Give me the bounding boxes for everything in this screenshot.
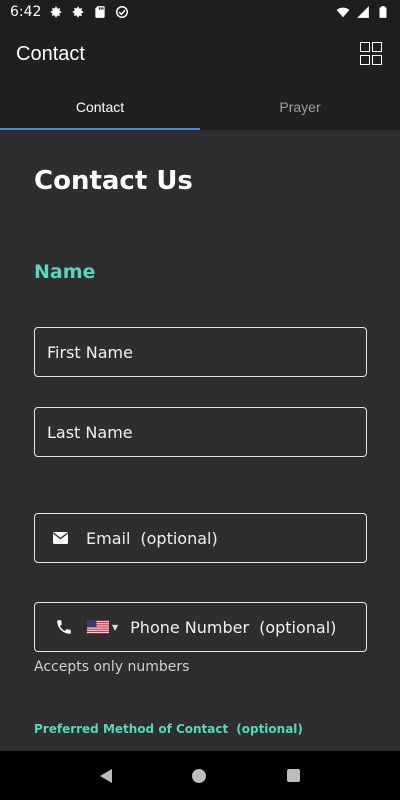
battery-icon — [379, 6, 387, 18]
signal-icon — [357, 6, 369, 18]
sd-card-icon — [95, 6, 106, 18]
system-nav-bar — [0, 751, 400, 800]
email-field[interactable]: Email (optional) — [34, 513, 367, 563]
phone-placeholder: Phone Number — [130, 617, 250, 637]
app-bar: Contact — [0, 24, 400, 84]
gear-icon — [51, 6, 62, 18]
status-right — [336, 5, 390, 19]
status-time: 6:42 — [10, 4, 42, 20]
country-code-select[interactable]: ▼ — [87, 620, 118, 634]
status-left: 6:42 — [10, 4, 129, 20]
preferred-contact-text: Preferred Method of Contact — [34, 722, 229, 736]
first-name-placeholder: First Name — [47, 342, 133, 362]
data-saver-icon — [116, 6, 129, 18]
app-title: Contact — [16, 42, 85, 65]
home-icon[interactable] — [192, 768, 207, 783]
grid-menu-icon[interactable] — [360, 42, 384, 66]
email-placeholder: Email — [86, 528, 131, 548]
envelope-icon — [53, 532, 68, 544]
status-bar: 6:42 — [0, 0, 400, 24]
phone-helper-text: Accepts only numbers — [34, 659, 190, 675]
phone-optional-label: (optional) — [259, 617, 337, 637]
contact-form: Contact Us Name First Name Last Name Ema… — [0, 130, 400, 751]
us-flag-icon — [87, 620, 109, 634]
last-name-placeholder: Last Name — [47, 422, 133, 442]
preferred-contact-optional: (optional) — [236, 722, 303, 736]
tab-contact[interactable]: Contact — [0, 84, 200, 130]
last-name-field[interactable]: Last Name — [34, 407, 367, 457]
chevron-down-icon: ▼ — [112, 622, 119, 632]
name-section-heading: Name — [34, 261, 96, 283]
wifi-icon — [336, 7, 350, 18]
tab-bar: Contact Prayer — [0, 84, 400, 130]
page-title: Contact Us — [34, 166, 193, 196]
preferred-contact-label: Preferred Method of Contact (optional) — [34, 722, 303, 736]
phone-field[interactable]: ▼ Phone Number (optional) — [34, 602, 367, 652]
tab-prayer[interactable]: Prayer — [200, 84, 400, 130]
gear-icon — [73, 6, 84, 18]
first-name-field[interactable]: First Name — [34, 327, 367, 377]
email-optional-label: (optional) — [140, 528, 218, 548]
recents-icon[interactable] — [286, 769, 300, 782]
phone-icon — [57, 620, 71, 634]
back-icon[interactable] — [100, 768, 113, 783]
